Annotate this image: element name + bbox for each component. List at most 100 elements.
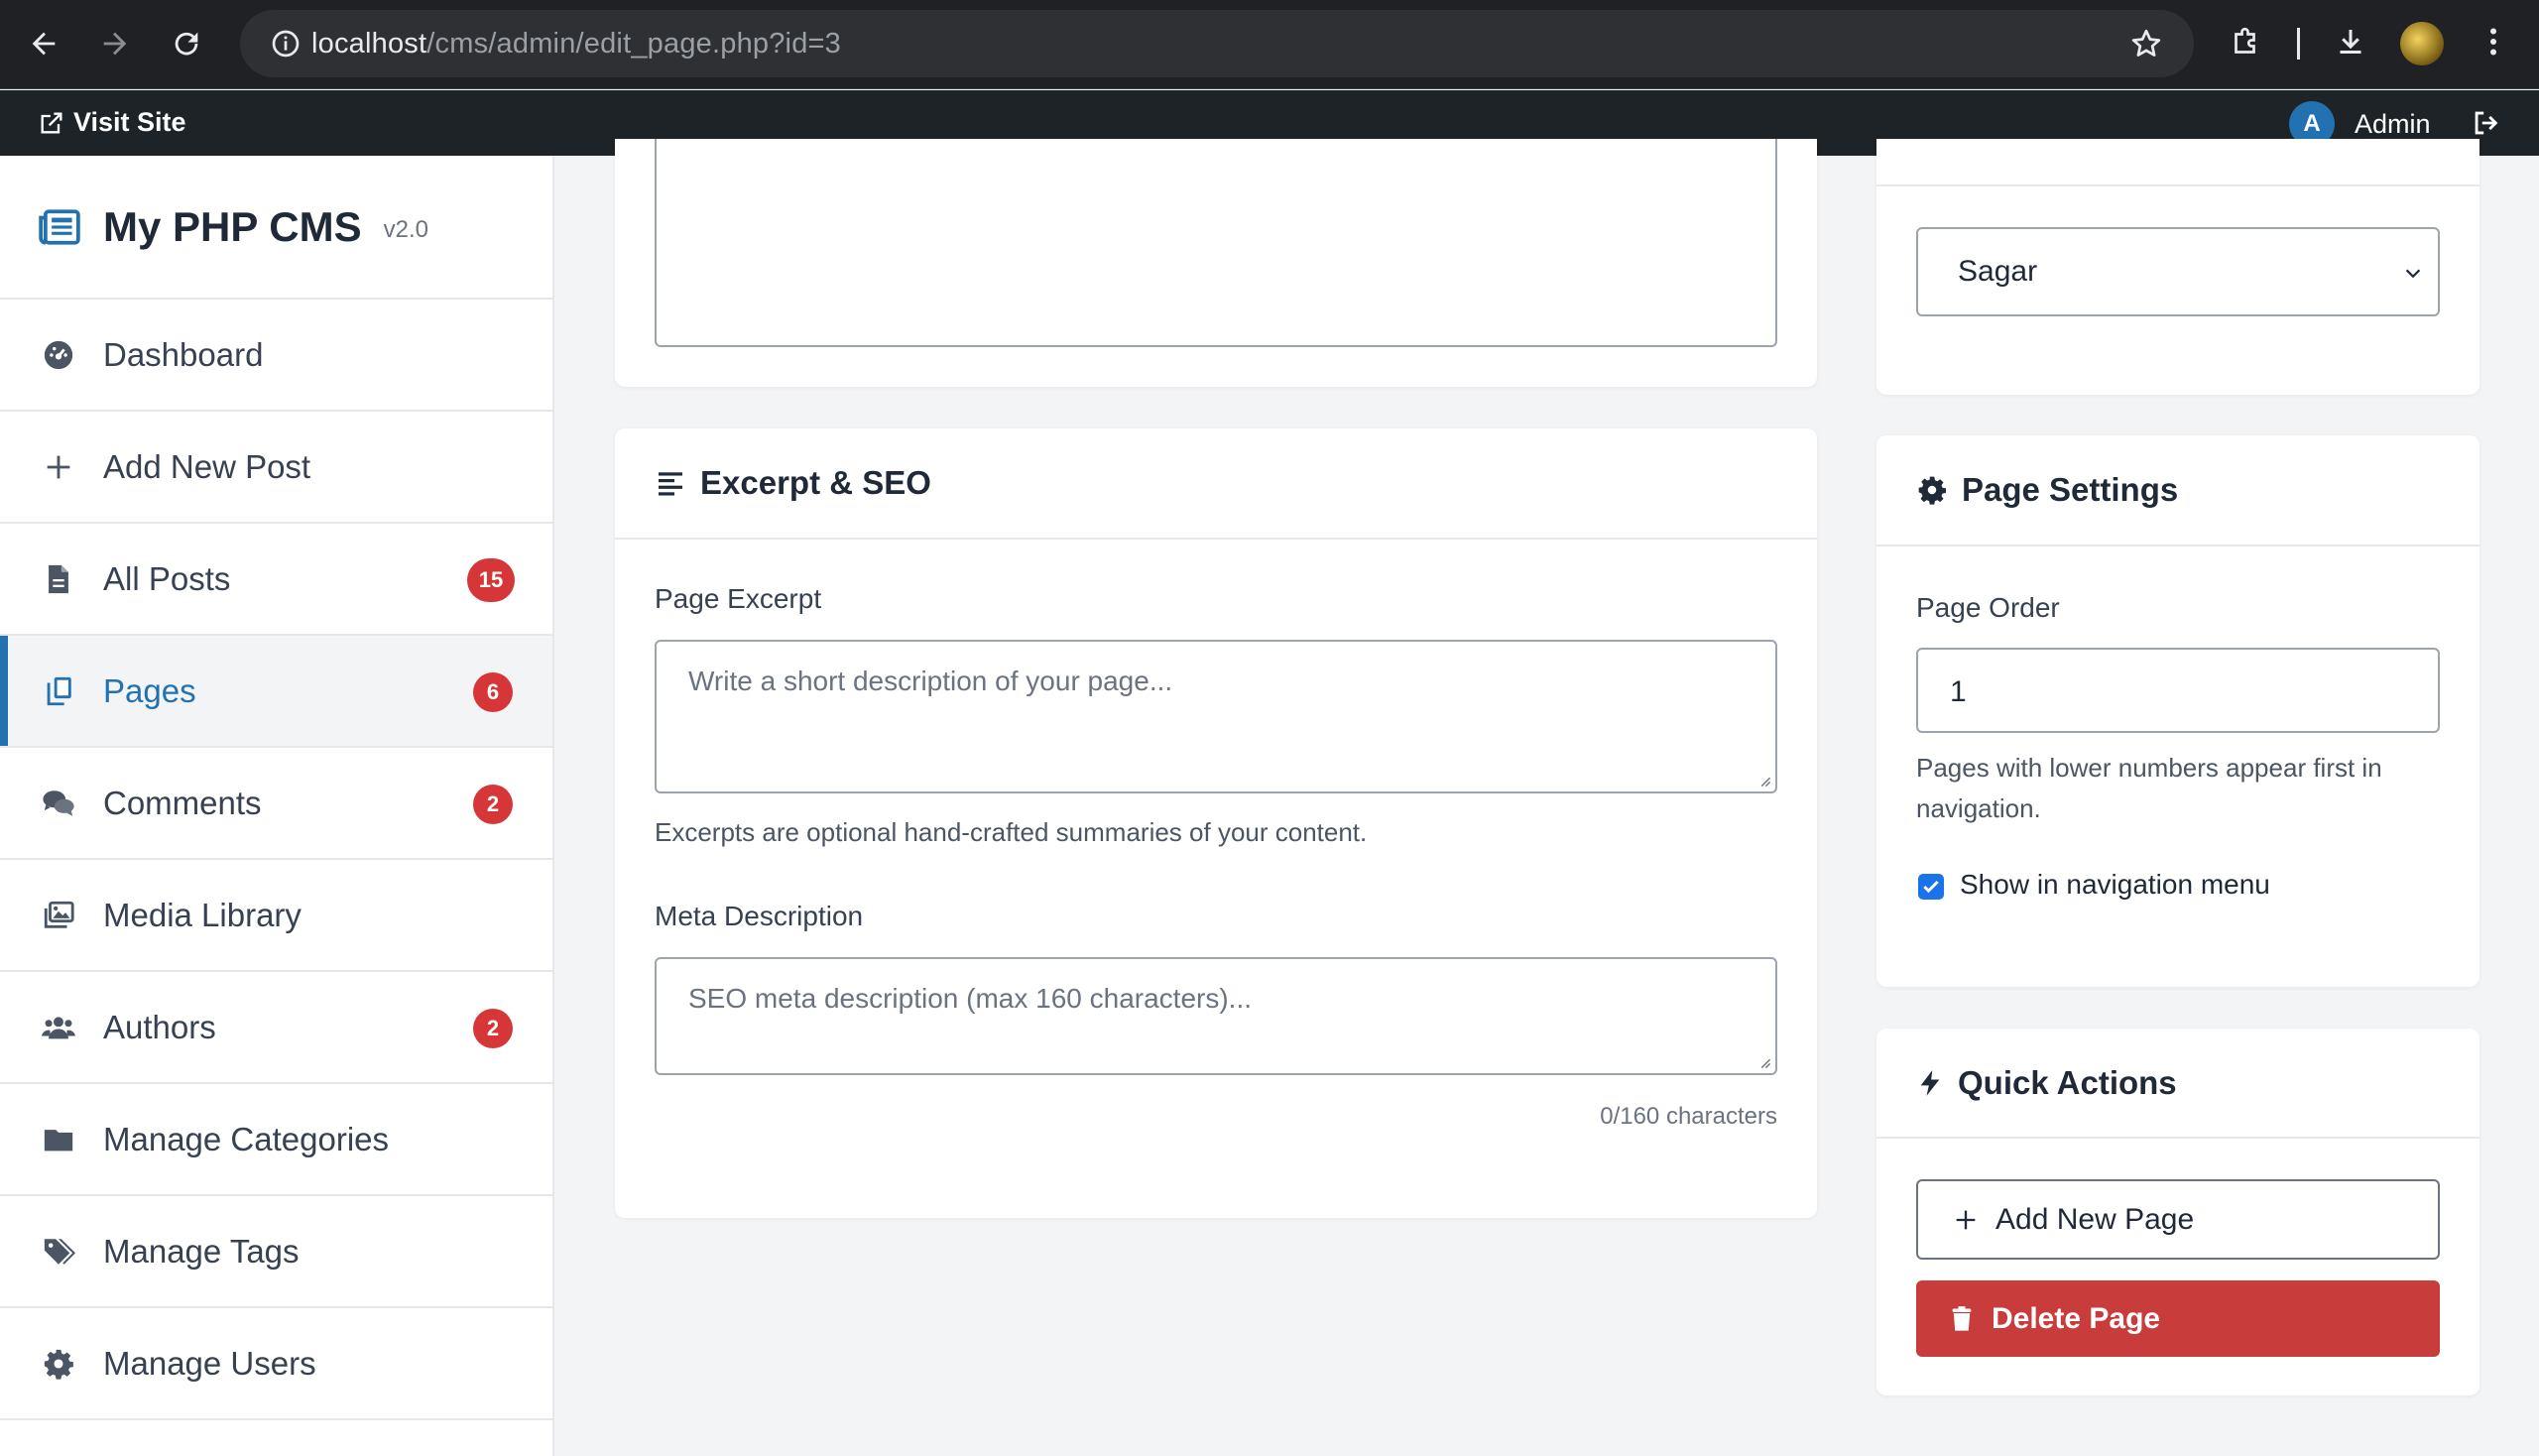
forward-button[interactable] bbox=[93, 22, 137, 65]
page-order-input[interactable]: 1 bbox=[1916, 648, 2440, 733]
sidebar-item-manage-tags[interactable]: Manage Tags bbox=[0, 1196, 552, 1308]
count-badge: 2 bbox=[473, 785, 513, 824]
more-vertical-icon bbox=[2490, 28, 2496, 56]
downloads-button[interactable] bbox=[2329, 20, 2372, 63]
page-order-help-line: navigation. bbox=[1916, 793, 2041, 823]
page-settings-card: Page Settings Page Order 1 Pages with lo… bbox=[1876, 435, 2479, 987]
page-excerpt-help: Excerpts are optional hand-crafted summa… bbox=[655, 817, 1368, 847]
sidebar-item-label: Manage Tags bbox=[103, 1232, 300, 1270]
sidebar-item-comments[interactable]: Comments 2 bbox=[0, 748, 552, 860]
card-title: Page Settings bbox=[1962, 471, 2179, 508]
visit-site-label: Visit Site bbox=[73, 107, 186, 137]
author-card: Sagar bbox=[1876, 139, 2479, 395]
plus-icon bbox=[1956, 1210, 1976, 1229]
character-counter: 0/160 characters bbox=[1600, 1103, 1777, 1130]
resize-grip-icon[interactable] bbox=[1757, 1055, 1771, 1069]
show-in-nav-checkbox[interactable] bbox=[1918, 874, 1944, 900]
newspaper-icon bbox=[39, 208, 80, 245]
plus-icon bbox=[47, 455, 70, 478]
images-icon bbox=[44, 901, 74, 928]
sidebar-item-label: Comments bbox=[103, 784, 262, 821]
sidebar-item-media-library[interactable]: Media Library bbox=[0, 860, 552, 972]
sidebar-item-all-posts[interactable]: All Posts 15 bbox=[0, 524, 552, 636]
page-order-help: Pages with lower numbers appear first in… bbox=[1916, 748, 2382, 829]
sidebar-item-manage-users[interactable]: Manage Users bbox=[0, 1308, 552, 1420]
sidebar-item-label: Manage Users bbox=[103, 1344, 316, 1382]
content-editor[interactable] bbox=[655, 139, 1777, 347]
check-icon bbox=[1923, 880, 1939, 894]
info-icon[interactable] bbox=[270, 28, 302, 60]
card-header: Excerpt & SEO bbox=[615, 428, 1817, 540]
star-icon[interactable] bbox=[2128, 26, 2164, 61]
browser-menu-button[interactable] bbox=[2472, 20, 2515, 63]
add-new-page-button[interactable]: Add New Page bbox=[1916, 1179, 2440, 1260]
arrow-left-icon bbox=[32, 32, 56, 56]
meta-description-field[interactable]: SEO meta description (max 160 characters… bbox=[655, 957, 1777, 1075]
page-excerpt-placeholder: Write a short description of your page..… bbox=[688, 666, 1173, 696]
extensions-button[interactable] bbox=[2225, 20, 2268, 63]
download-icon bbox=[2340, 30, 2361, 54]
card-header: Page Settings bbox=[1876, 435, 2479, 546]
sidebar-item-manage-categories[interactable]: Manage Categories bbox=[0, 1084, 552, 1196]
comments-icon bbox=[43, 789, 74, 816]
sidebar-item-label: Pages bbox=[103, 671, 196, 709]
sidebar-item-label: All Posts bbox=[103, 559, 231, 597]
page-order-label: Page Order bbox=[1916, 592, 2060, 623]
trash-icon bbox=[1952, 1305, 1972, 1331]
sidebar-item-authors[interactable]: Authors 2 bbox=[0, 972, 552, 1084]
back-button[interactable] bbox=[22, 22, 65, 65]
brand[interactable]: My PHP CMS v2.0 bbox=[0, 156, 552, 300]
quick-actions-card: Quick Actions Add New Page Delete Page bbox=[1876, 1029, 2479, 1395]
profile-avatar[interactable] bbox=[2400, 22, 2444, 65]
sidebar-item-label: Media Library bbox=[103, 896, 302, 933]
card-divider bbox=[1876, 184, 2479, 186]
admin-name: Admin bbox=[2355, 108, 2431, 139]
copy-icon bbox=[47, 676, 71, 705]
content-editor-card bbox=[615, 139, 1817, 387]
resize-grip-icon[interactable] bbox=[1757, 774, 1771, 788]
folder-icon bbox=[44, 1129, 73, 1151]
toolbar-separator bbox=[2297, 28, 2300, 60]
visit-site-link[interactable]: Visit Site bbox=[38, 107, 186, 138]
add-new-page-label: Add New Page bbox=[1995, 1202, 2195, 1236]
sidebar-item-dashboard[interactable]: Dashboard bbox=[0, 300, 552, 412]
sidebar-item-add-new-post[interactable]: Add New Post bbox=[0, 412, 552, 524]
sidebar-item-label: Dashboard bbox=[103, 335, 264, 373]
reload-icon bbox=[175, 32, 198, 56]
chevron-down-icon bbox=[2405, 269, 2421, 279]
count-badge: 6 bbox=[473, 672, 513, 712]
brand-version: v2.0 bbox=[383, 215, 428, 243]
logout-icon[interactable] bbox=[2470, 106, 2503, 140]
dashboard-icon bbox=[44, 340, 73, 369]
page-excerpt-label: Page Excerpt bbox=[655, 583, 822, 614]
brand-name: My PHP CMS bbox=[103, 202, 362, 250]
address-bar[interactable]: localhost/cms/admin/edit_page.php?id=3 bbox=[240, 10, 2194, 77]
show-in-nav-label[interactable]: Show in navigation menu bbox=[1960, 869, 2270, 901]
url-text: localhost/cms/admin/edit_page.php?id=3 bbox=[311, 28, 841, 60]
delete-page-button[interactable]: Delete Page bbox=[1916, 1280, 2440, 1357]
excerpt-seo-card: Excerpt & SEO Page Excerpt Write a short… bbox=[615, 428, 1817, 1218]
page-order-value: 1 bbox=[1950, 675, 1967, 708]
tags-icon bbox=[44, 1238, 75, 1265]
author-select-value: Sagar bbox=[1958, 255, 2038, 288]
browser-toolbar: localhost/cms/admin/edit_page.php?id=3 bbox=[0, 0, 2539, 89]
external-link-icon bbox=[41, 112, 62, 133]
sidebar-item-label: Add New Post bbox=[103, 447, 311, 485]
count-badge: 2 bbox=[473, 1009, 513, 1048]
arrow-right-icon bbox=[103, 32, 127, 56]
page-excerpt-field[interactable]: Write a short description of your page..… bbox=[655, 640, 1777, 793]
reload-button[interactable] bbox=[165, 22, 208, 65]
count-badge: 15 bbox=[467, 558, 515, 602]
meta-description-placeholder: SEO meta description (max 160 characters… bbox=[688, 983, 1252, 1014]
page-order-help-line: Pages with lower numbers appear first in bbox=[1916, 753, 2382, 783]
card-title: Quick Actions bbox=[1958, 1063, 2177, 1101]
sidebar-item-label: Manage Categories bbox=[103, 1120, 390, 1157]
card-header: Quick Actions bbox=[1876, 1029, 2479, 1139]
meta-description-label: Meta Description bbox=[655, 901, 864, 931]
bolt-icon bbox=[1920, 1069, 1940, 1096]
sidebar: My PHP CMS v2.0 Dashboard Add New Post A… bbox=[0, 156, 554, 1456]
card-title: Excerpt & SEO bbox=[700, 464, 931, 501]
gear-icon bbox=[1918, 476, 1946, 505]
author-select[interactable]: Sagar bbox=[1916, 227, 2440, 316]
sidebar-item-pages[interactable]: Pages 6 bbox=[0, 636, 552, 748]
